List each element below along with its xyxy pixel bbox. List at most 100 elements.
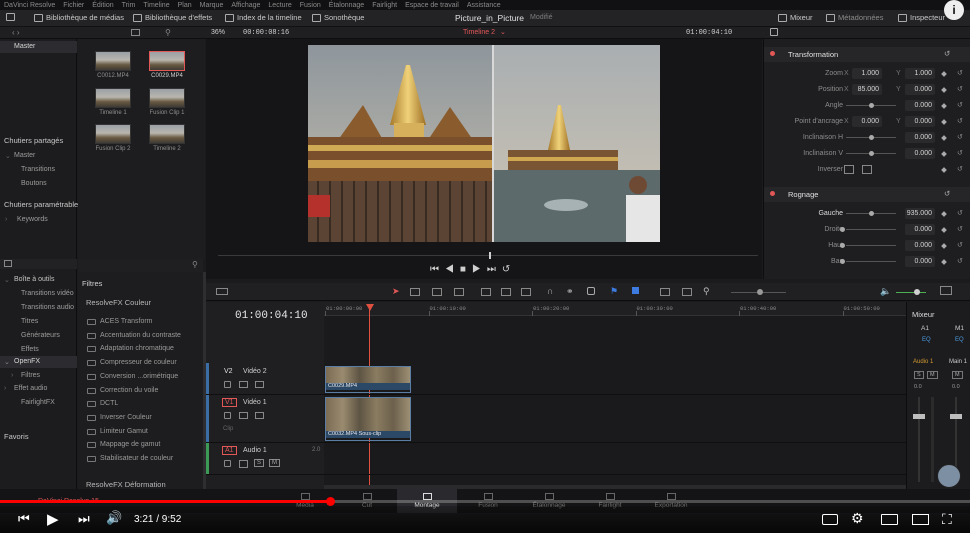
keyframe-icon[interactable] [941, 119, 947, 125]
inspector-slider-knob[interactable] [869, 135, 874, 140]
reset-icon[interactable]: ↺ [944, 49, 950, 58]
video-progress-bar[interactable] [0, 497, 970, 506]
filter-item[interactable]: Compresseur de couleur [100, 359, 177, 366]
reset-icon[interactable]: ↺ [957, 117, 963, 125]
track-id[interactable]: V1 [222, 398, 237, 407]
volume-slider[interactable] [896, 292, 926, 293]
crop-value-field[interactable]: 0.000 [905, 240, 935, 251]
menu-item[interactable]: Fusion [300, 2, 321, 9]
trim-tool-icon[interactable] [410, 288, 420, 296]
eq-button[interactable]: EQ [955, 337, 964, 343]
timeline-clip-v1[interactable]: C0032.MP4 Sous-clip [325, 397, 411, 441]
miniplayer-icon[interactable] [881, 514, 898, 525]
crop-slider-knob[interactable] [840, 243, 845, 248]
monitor-icon[interactable] [6, 13, 15, 21]
search-icon[interactable]: ⚲ [192, 260, 198, 269]
monitor-icon[interactable] [255, 381, 264, 388]
fx-filters[interactable]: Filtres [21, 372, 40, 379]
auto-select-icon[interactable] [239, 460, 248, 468]
sound-library-button[interactable]: Sonothèque [312, 13, 364, 22]
media-thumb[interactable] [95, 88, 131, 108]
zoom-level[interactable]: 36% [211, 29, 225, 36]
effects-library-button[interactable]: Bibliothèque d'effets [133, 13, 212, 22]
media-thumb-selected[interactable] [149, 51, 185, 71]
lock-icon[interactable] [224, 412, 231, 419]
loop-icon[interactable]: ↺ [502, 264, 516, 275]
fx-audio-transitions[interactable]: Transitions audio [21, 304, 74, 311]
bin-master-row[interactable]: Master [0, 41, 77, 53]
menu-item[interactable]: Trim [122, 2, 136, 9]
reset-icon[interactable]: ↺ [957, 225, 963, 233]
keyframe-icon[interactable] [941, 227, 947, 233]
menu-item[interactable]: Espace de travail [405, 2, 459, 9]
mute-button[interactable]: M [927, 371, 938, 379]
theater-mode-icon[interactable] [912, 514, 929, 525]
keyframe-icon[interactable] [941, 243, 947, 249]
smart-bin-keywords[interactable]: Keywords [17, 216, 48, 223]
filter-item[interactable]: Conversion ...orimétrique [100, 373, 178, 380]
viewer-playhead[interactable] [489, 252, 491, 259]
search-icon[interactable]: ⚲ [165, 28, 171, 37]
lock-icon[interactable] [224, 460, 231, 467]
info-icon[interactable]: i [944, 0, 964, 20]
grid-view-icon[interactable] [131, 29, 140, 36]
timeline-index-button[interactable]: Index de la timeline [225, 13, 302, 22]
reset-icon[interactable]: ↺ [957, 133, 963, 141]
filter-item[interactable]: Adaptation chromatique [100, 345, 174, 352]
timeline-clip-v2[interactable]: C0029.MP4 [325, 366, 411, 393]
crop-slider[interactable] [846, 245, 896, 246]
insert-clip-icon[interactable] [481, 288, 491, 296]
zoom-custom-icon[interactable]: ⚲ [703, 286, 710, 297]
flip-vertical-icon[interactable] [862, 165, 872, 174]
zoom-slider-knob[interactable] [757, 289, 763, 295]
chevron-right-icon[interactable]: › [5, 216, 7, 223]
dynamic-trim-icon[interactable] [432, 288, 442, 296]
fullscreen-icon[interactable]: ⛶ [942, 511, 952, 528]
speaker-icon[interactable]: 🔈 [880, 286, 891, 297]
menu-item[interactable]: Timeline [143, 2, 169, 9]
play-reverse-icon[interactable]: ◀ [445, 264, 460, 275]
menu-item[interactable]: Assistance [467, 2, 501, 9]
monitor-icon[interactable] [255, 412, 264, 419]
previous-icon[interactable]: ⏮ [18, 511, 30, 527]
video-progress-knob[interactable] [325, 497, 335, 506]
shared-bin-buttons[interactable]: Boutons [21, 180, 47, 187]
avatar[interactable] [937, 464, 961, 488]
menu-item[interactable]: Lecture [268, 2, 291, 9]
timeline-view-icon[interactable] [216, 288, 228, 295]
nav-arrows-icon[interactable]: ‹ › [12, 28, 20, 37]
chevron-right-icon[interactable]: › [4, 385, 6, 392]
openfx-row[interactable]: ⌄ OpenFX [0, 356, 77, 368]
crop-slider-knob[interactable] [869, 211, 874, 216]
snapping-icon[interactable]: ∩ [547, 286, 553, 296]
fader-knob[interactable] [950, 414, 962, 419]
inspector-y-field[interactable]: 0.000 [905, 116, 935, 127]
filter-item[interactable]: Inverser Couleur [100, 414, 152, 421]
crop-slider-knob[interactable] [840, 259, 845, 264]
stop-icon[interactable]: ■ [460, 264, 472, 275]
auto-select-icon[interactable] [239, 381, 248, 388]
shared-bin-master[interactable]: Master [14, 152, 35, 159]
blade-tool-icon[interactable] [454, 288, 464, 296]
metadata-button[interactable]: Métadonnées [826, 13, 883, 22]
keyframe-icon[interactable] [941, 211, 947, 217]
filter-item[interactable]: ACES Transform [100, 318, 153, 325]
eq-button[interactable]: EQ [922, 337, 931, 343]
chevron-down-icon[interactable]: ⌄ [500, 28, 506, 36]
lock-icon[interactable] [587, 287, 595, 295]
play-icon[interactable]: ▶ [472, 264, 487, 275]
inspector-value-field[interactable]: 0.000 [905, 132, 935, 143]
track-name[interactable]: Vidéo 2 [243, 368, 267, 375]
inspector-panel-icon[interactable] [770, 28, 778, 36]
gear-icon[interactable]: ⚙ [851, 510, 864, 527]
track-name[interactable]: Audio 1 [243, 447, 267, 454]
keyframe-icon[interactable] [941, 71, 947, 77]
next-icon[interactable]: ⏭ [78, 511, 90, 527]
inspector-value-field[interactable]: 0.000 [905, 100, 935, 111]
skip-end-icon[interactable]: ⏭ [487, 264, 502, 275]
inspector-slider-knob[interactable] [869, 151, 874, 156]
inspector-y-field[interactable]: 0.000 [905, 84, 935, 95]
playhead-marker-icon[interactable] [366, 304, 374, 311]
track-id[interactable]: A1 [222, 446, 237, 455]
inspector-slider-knob[interactable] [869, 103, 874, 108]
